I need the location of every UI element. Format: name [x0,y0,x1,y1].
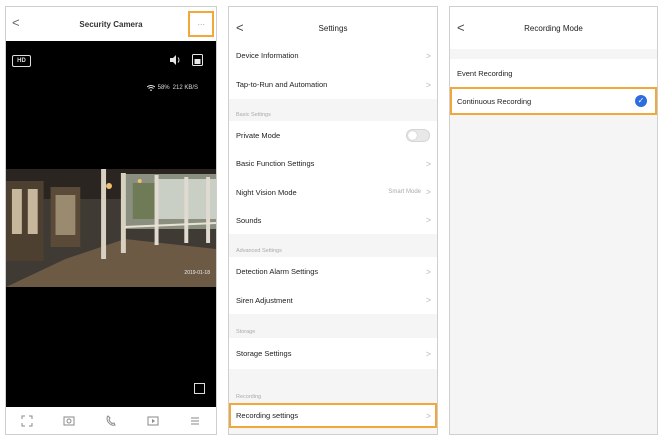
network-status: 58% 212 KB/S [146,85,198,91]
night-vision-value: Smart Mode [388,189,421,195]
speaker-icon[interactable] [169,54,181,66]
back-button[interactable]: < [236,20,244,36]
page-title: Settings [318,23,348,33]
screenshot-icon[interactable] [63,415,75,427]
chevron-right-icon: > [425,266,431,277]
chevron-right-icon: > [425,348,431,359]
private-mode-item: Private Mode [229,121,437,149]
fullscreen-icon[interactable] [21,415,33,427]
chevron-right-icon: > [425,79,431,90]
page-title: Recording Mode [524,23,583,33]
option-label: Continuous Recording [457,96,532,106]
section-header-advanced: Advanced Settings [229,234,437,257]
page-title: Security Camera [79,19,143,29]
item-label: Sounds [236,215,262,225]
item-label: Siren Adjustment [236,295,293,305]
sounds-item[interactable]: Sounds > [229,206,437,234]
recording-settings-item[interactable]: Recording settings > [229,403,437,428]
camera-toolbar [6,407,216,434]
detection-alarm-settings-item[interactable]: Detection Alarm Settings > [229,257,437,286]
section-header-recording: Recording [229,369,437,403]
night-vision-mode-item[interactable]: Night Vision Mode Smart Mode > [229,178,437,206]
expand-icon[interactable] [194,383,205,394]
item-label: Storage Settings [236,349,292,358]
item-label: Detection Alarm Settings [236,267,319,276]
camera-header: < Security Camera ··· [6,7,216,41]
item-label: Basic Function Settings [236,159,315,168]
section-header-storage: Storage [229,314,437,338]
chevron-right-icon: > [425,187,431,197]
section-header-basic: Basic Settings [229,99,437,121]
storage-settings-item[interactable]: Storage Settings > [229,338,437,369]
more-options-button[interactable]: ··· [188,11,214,37]
settings-screen: < Settings Device Information > Tap-to-R… [228,6,438,435]
back-button[interactable]: < [12,15,20,31]
chevron-right-icon: > [425,50,431,61]
camera-screen: < Security Camera ··· HD 58% 212 KB/S 20… [5,6,217,435]
device-information-item[interactable]: Device Information > [229,41,437,70]
wifi-icon [146,85,155,91]
item-label: Night Vision Mode [236,187,297,197]
chevron-right-icon: > [425,410,431,421]
bottom-spacer [229,428,437,434]
more-icon[interactable] [189,415,201,427]
chevron-right-icon: > [425,295,431,305]
video-timestamp: 2019-01-18 [184,270,210,276]
bitrate: 212 KB/S [172,85,198,91]
basic-function-settings-item[interactable]: Basic Function Settings > [229,149,437,178]
item-label: Private Mode [236,130,281,140]
chevron-right-icon: > [425,158,431,169]
hd-button[interactable]: HD [12,55,31,67]
continuous-recording-option[interactable]: Continuous Recording ✓ [450,87,657,115]
tap-to-run-item[interactable]: Tap-to-Run and Automation > [229,70,437,99]
back-button[interactable]: < [457,20,465,36]
live-view: HD 58% 212 KB/S 2019-01-18 [6,41,216,409]
sd-card-icon[interactable] [192,54,203,66]
siren-adjustment-item[interactable]: Siren Adjustment > [229,286,437,314]
private-mode-toggle[interactable] [406,128,430,142]
event-recording-option[interactable]: Event Recording [450,59,657,87]
item-label: Recording settings [236,411,299,420]
wifi-strength: 58% [157,85,170,91]
recording-mode-header: < Recording Mode [450,7,657,49]
talk-icon[interactable] [105,414,117,427]
item-label: Device Information [236,51,299,60]
option-label: Event Recording [457,68,513,78]
recording-mode-screen: < Recording Mode Event Recording Continu… [449,6,658,435]
record-icon[interactable] [147,415,159,427]
item-label: Tap-to-Run and Automation [236,80,328,89]
chevron-right-icon: > [425,215,431,225]
checkmark-icon: ✓ [635,95,647,107]
